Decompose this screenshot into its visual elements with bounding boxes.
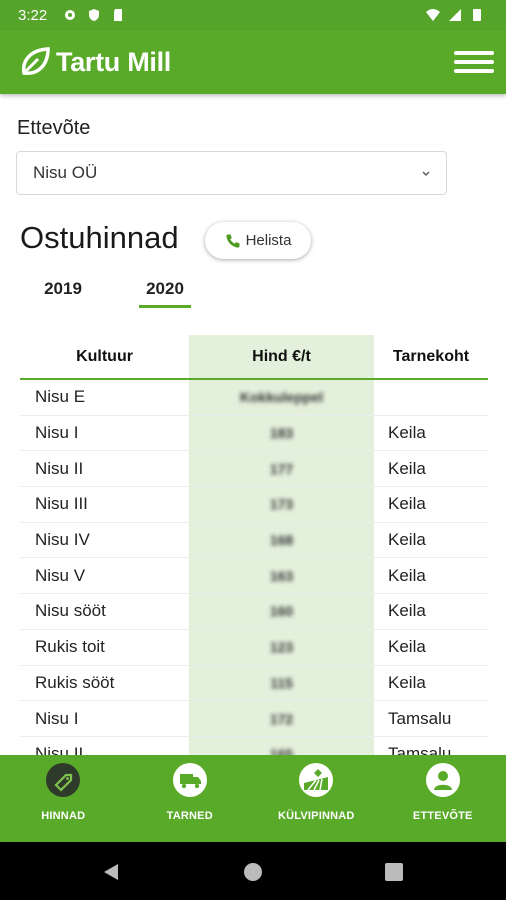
table-row: Rukis toit 123 Keila: [20, 630, 488, 666]
chevron-down-icon: [422, 171, 430, 176]
brand-name: Tartu Mill: [56, 46, 171, 77]
battery-icon: [473, 9, 481, 21]
cell-price: 160: [269, 603, 294, 620]
cell-crop: Nisu sööt: [35, 601, 106, 621]
cell-location: Keila: [388, 494, 426, 514]
header-price: Hind €/t: [252, 347, 311, 365]
cell-location: Tamsalu: [388, 744, 452, 755]
tab-2019[interactable]: 2019: [30, 279, 96, 299]
company-label: Ettevõte: [17, 117, 91, 139]
settings-gear-icon: [65, 10, 76, 20]
cell-crop: Nisu II: [35, 744, 84, 755]
table-row: Nisu sööt 160 Keila: [20, 594, 488, 630]
system-navigation-bar: [0, 842, 506, 900]
cell-crop: Nisu V: [35, 565, 86, 585]
cell-price: Kokkuleppel: [239, 389, 324, 406]
table-row: Nisu V 163 Keila: [20, 558, 488, 595]
nav-label: KÜLVIPINNAD: [277, 810, 355, 822]
app-bar: Tartu Mill: [0, 30, 506, 94]
cell-crop: Nisu IV: [35, 530, 90, 550]
company-select[interactable]: Nisu OÜ: [16, 151, 447, 195]
table-row: Rukis sööt 115 Keila: [20, 666, 488, 702]
cell-location: Keila: [388, 601, 426, 621]
truck-icon: [172, 763, 207, 797]
cell-location: Keila: [388, 530, 426, 550]
recents-icon[interactable]: [384, 862, 404, 882]
nav-label: TARNED: [166, 810, 213, 822]
leaf-logo-icon: [21, 47, 50, 75]
nav-label: ETTEVÕTE: [412, 810, 473, 822]
nav-label: HINNAD: [41, 810, 86, 822]
cell-crop: Nisu II: [35, 458, 84, 478]
cell-crop: Rukis toit: [35, 637, 105, 657]
cell-crop: Nisu E: [35, 387, 86, 407]
cell-crop: Nisu I: [35, 708, 79, 728]
logo[interactable]: Tartu Mill: [18, 45, 171, 79]
table-row: Nisu I 183 Keila: [20, 416, 488, 452]
cell-location: Keila: [388, 672, 426, 692]
company-select-value: Nisu OÜ: [33, 163, 98, 182]
cell-crop: Rukis sööt: [35, 672, 115, 692]
wifi-icon: [426, 9, 440, 21]
table-body: Nisu E Kokkuleppel Nisu I 183 Keila Nisu II 17…: [20, 380, 488, 755]
bottom-navigation: HINNAD TARNED KÜLVIPINNAD ETTEVÕTE: [0, 755, 506, 842]
cell-location: Keila: [388, 458, 426, 478]
cell-location: Keila: [388, 565, 426, 585]
hamburger-menu-icon[interactable]: [454, 48, 494, 76]
table-row: Nisu II 165 Tamsalu: [20, 737, 488, 755]
page-title: Ostuhinnad: [20, 220, 179, 255]
field-icon: [299, 763, 334, 797]
nav-item-hinnad[interactable]: HINNAD: [0, 755, 127, 842]
call-button-label: Helista: [245, 232, 292, 249]
call-button[interactable]: Helista: [205, 222, 311, 259]
table-row: Nisu I 172 Tamsalu: [20, 701, 488, 737]
active-tab-indicator: [139, 305, 191, 308]
back-icon[interactable]: [101, 862, 121, 882]
home-icon[interactable]: [243, 862, 263, 882]
header-location: Tarnekoht: [392, 347, 470, 365]
user-icon: [425, 763, 460, 797]
cell-location: Tamsalu: [388, 708, 452, 728]
header-crop: Kultuur: [76, 347, 133, 365]
table-row: Nisu III 173 Keila: [20, 487, 488, 523]
table-header: Kultuur Hind €/t Tarnekoht: [20, 335, 488, 380]
cell-crop: Nisu III: [35, 494, 88, 514]
status-time: 3:22: [18, 6, 48, 24]
phone-icon: [225, 234, 240, 248]
cell-location: Keila: [388, 423, 426, 443]
nav-item-kulvipinnad[interactable]: KÜLVIPINNAD: [253, 755, 380, 842]
nav-item-ettevote[interactable]: ETTEVÕTE: [380, 755, 506, 842]
cell-price: 123: [269, 639, 294, 656]
cell-price: 165: [269, 746, 294, 755]
cell-crop: Nisu I: [35, 423, 79, 443]
signal-icon: [449, 9, 461, 21]
cell-price: 183: [269, 425, 294, 442]
table-row: Nisu IV 168 Keila: [20, 523, 488, 559]
cell-location: Keila: [388, 637, 426, 657]
cell-price: 173: [269, 496, 294, 513]
nav-item-tarned[interactable]: TARNED: [127, 755, 254, 842]
table-row: Nisu II 177 Keila: [20, 451, 488, 488]
price-tag-icon: [46, 763, 81, 797]
cell-price: 177: [269, 460, 294, 477]
tab-2020[interactable]: 2020: [139, 279, 191, 299]
status-bar: 3:22: [0, 0, 506, 30]
price-table[interactable]: Kultuur Hind €/t Tarnekoht Nisu E Kokkule…: [20, 335, 488, 755]
cell-price: 115: [270, 674, 293, 691]
sd-card-icon: [114, 9, 123, 21]
cell-price: 163: [269, 567, 294, 584]
cell-price: 172: [269, 710, 294, 727]
shield-icon: [89, 9, 100, 21]
cell-price: 168: [269, 532, 294, 549]
table-row: Nisu E Kokkuleppel: [20, 380, 488, 416]
